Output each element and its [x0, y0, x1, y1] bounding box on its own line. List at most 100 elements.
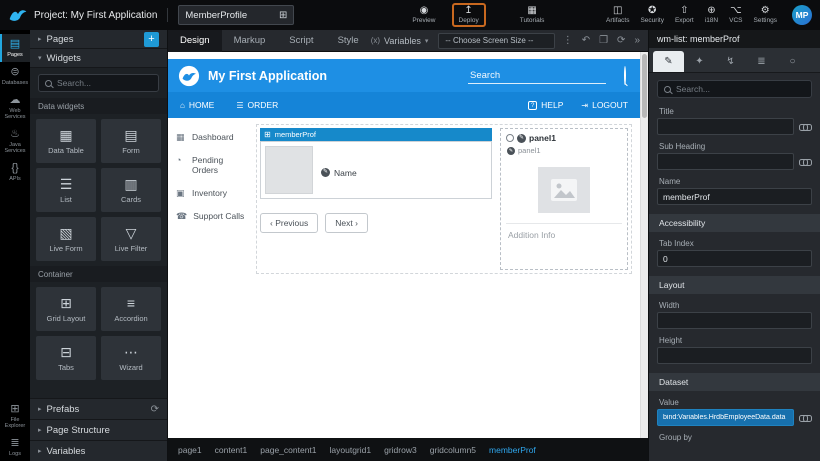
- tab-dataset-icon[interactable]: ≣: [746, 51, 777, 72]
- breadcrumb-item-gridrow3[interactable]: gridrow3: [384, 445, 417, 455]
- refresh-icon[interactable]: ⟳: [151, 404, 159, 415]
- properties-search-input[interactable]: [676, 84, 805, 94]
- width-input[interactable]: [657, 312, 812, 329]
- dataset-value-input[interactable]: [657, 409, 794, 426]
- title-input[interactable]: [657, 118, 794, 135]
- widgets-section-header[interactable]: ▾ Widgets: [30, 49, 167, 68]
- variables-dropdown[interactable]: (x) Variables ▾: [371, 36, 429, 46]
- grid-view-icon[interactable]: ⊞: [279, 10, 287, 21]
- security-button[interactable]: ✪ Security: [640, 5, 663, 25]
- drag-handle-icon[interactable]: ⊞: [264, 130, 271, 140]
- widget-tile-live-filter[interactable]: ▽ Live Filter: [101, 217, 161, 261]
- member-name-row[interactable]: ✎ Name: [321, 151, 357, 194]
- widget-tile-form[interactable]: ▤ Form: [101, 119, 161, 163]
- export-button[interactable]: ⇧ Export: [675, 5, 694, 25]
- preview-search-box[interactable]: [468, 68, 606, 84]
- preview-app-header[interactable]: My First Application: [168, 59, 640, 92]
- rail-item-apis[interactable]: {} APIs: [0, 158, 30, 186]
- widget-tile-grid-layout[interactable]: ⊞ Grid Layout: [36, 287, 96, 331]
- grid-column-member[interactable]: ⊞ memberProf ✎ Name: [260, 128, 492, 233]
- user-avatar[interactable]: MP: [792, 5, 812, 25]
- bind-link-icon[interactable]: [799, 157, 812, 167]
- i18n-button[interactable]: ⊕ i18N: [705, 5, 718, 25]
- variables-section-header[interactable]: ▸ Variables: [30, 440, 167, 461]
- panel1-widget[interactable]: ✎ panel1 ✎ panel1: [500, 128, 628, 270]
- rail-item-databases[interactable]: ⊜ Databases: [0, 62, 30, 90]
- settings-button[interactable]: ⚙ Settings: [754, 5, 778, 25]
- prefabs-section-header[interactable]: ▸ Prefabs ⟳: [30, 398, 167, 419]
- tab-properties-pencil-icon[interactable]: ✎: [653, 51, 684, 72]
- rail-item-logs[interactable]: ≣ Logs: [0, 433, 30, 461]
- add-page-button[interactable]: +: [144, 32, 159, 47]
- bind-link-icon[interactable]: [799, 122, 812, 132]
- undo-icon[interactable]: ↶: [582, 35, 590, 46]
- nav-item-order[interactable]: ☰ ORDER: [236, 100, 278, 110]
- panel-footer-text[interactable]: Addition Info: [506, 224, 622, 248]
- sidenav-item-pending-orders[interactable]: ◔ Pending Orders: [176, 155, 246, 175]
- preview-button[interactable]: ◉ Preview: [412, 5, 435, 25]
- breadcrumb-item-memberprof[interactable]: memberProf: [489, 445, 536, 455]
- panel-collapse-icon[interactable]: [506, 134, 514, 142]
- pages-section-header[interactable]: ▸ Pages +: [30, 30, 167, 49]
- breadcrumb-item-gridcolumn5[interactable]: gridcolumn5: [430, 445, 476, 455]
- kebab-menu-icon[interactable]: ⋮: [563, 35, 573, 46]
- tabindex-input[interactable]: [657, 250, 812, 267]
- layout-grid-row[interactable]: ⊞ memberProf ✎ Name: [256, 124, 632, 274]
- tab-script[interactable]: Script: [277, 30, 325, 52]
- tab-events-icon[interactable]: ↯: [715, 51, 746, 72]
- rail-item-java-services[interactable]: ♨ Java Services: [0, 124, 30, 158]
- tab-styles-icon[interactable]: ✦: [684, 51, 715, 72]
- tab-design[interactable]: Design: [168, 30, 222, 52]
- previous-page-button[interactable]: ‹ Previous: [260, 213, 318, 233]
- widget-tile-live-form[interactable]: ▧ Live Form: [36, 217, 96, 261]
- next-page-button[interactable]: Next ›: [325, 213, 368, 233]
- widget-tile-accordion[interactable]: ≡ Accordion: [101, 287, 161, 331]
- breadcrumb-item-content1[interactable]: content1: [215, 445, 248, 455]
- nav-item-help[interactable]: ? HELP: [528, 100, 563, 110]
- preview-search-input[interactable]: [470, 70, 604, 81]
- collapse-right-panel-icon[interactable]: »: [634, 35, 640, 46]
- tab-misc-icon[interactable]: ○: [777, 51, 808, 72]
- member-name-label[interactable]: Name: [334, 168, 357, 178]
- tutorials-button[interactable]: ▦ Tutorials: [520, 5, 545, 25]
- panel-subtitle-row[interactable]: ✎ panel1: [507, 146, 622, 155]
- panel-title[interactable]: panel1: [529, 133, 556, 143]
- preview-search-icon[interactable]: [624, 67, 626, 85]
- widget-tile-cards[interactable]: ▥ Cards: [101, 168, 161, 212]
- tab-markup[interactable]: Markup: [222, 30, 278, 52]
- properties-search[interactable]: [657, 80, 812, 98]
- widget-search-input[interactable]: [57, 78, 152, 88]
- name-input[interactable]: [657, 188, 812, 205]
- selected-widget-tag[interactable]: ⊞ memberProf: [260, 128, 492, 141]
- height-input[interactable]: [657, 347, 812, 364]
- sidenav-item-dashboard[interactable]: ▦ Dashboard: [176, 132, 246, 142]
- scrollbar-thumb[interactable]: [642, 54, 647, 118]
- bind-link-icon[interactable]: [799, 413, 812, 423]
- widget-tile-tabs[interactable]: ⊟ Tabs: [36, 336, 96, 380]
- edit-label-icon[interactable]: ✎: [321, 168, 330, 177]
- edit-title-icon[interactable]: ✎: [517, 134, 526, 143]
- deploy-button[interactable]: ↥ Deploy: [459, 5, 479, 25]
- widget-tile-list[interactable]: ☰ List: [36, 168, 96, 212]
- page-selector[interactable]: MemberProfile ⊞: [178, 5, 294, 25]
- refresh-canvas-icon[interactable]: ⟳: [617, 35, 625, 46]
- rail-item-file-explorer[interactable]: ⊞ File Explorer: [0, 399, 30, 433]
- panel-image-placeholder[interactable]: [538, 167, 590, 213]
- breadcrumb-item-page-content1[interactable]: page_content1: [260, 445, 316, 455]
- sidenav-item-support-calls[interactable]: ☎ Support Calls: [176, 211, 246, 221]
- preview-app-title[interactable]: My First Application: [208, 69, 327, 83]
- panel-header[interactable]: ✎ panel1: [506, 133, 622, 143]
- canvas-scrollbar[interactable]: [640, 52, 648, 438]
- subheading-input[interactable]: [657, 153, 794, 170]
- nav-item-logout[interactable]: ⇥ LOGOUT: [581, 100, 628, 110]
- rail-item-pages[interactable]: ▤ Pages: [0, 34, 30, 62]
- edit-subtitle-icon[interactable]: ✎: [507, 147, 515, 155]
- vcs-button[interactable]: ⌥ VCS: [729, 5, 742, 25]
- rail-item-web-services[interactable]: ☁ Web Services: [0, 90, 30, 124]
- nav-item-home[interactable]: ⌂ HOME: [180, 100, 214, 110]
- widget-search[interactable]: [38, 74, 159, 92]
- grid-column-panel[interactable]: ✎ panel1 ✎ panel1: [500, 128, 628, 270]
- member-picture-placeholder[interactable]: [265, 146, 313, 194]
- screen-size-dropdown[interactable]: -- Choose Screen Size --: [438, 33, 554, 49]
- member-list-widget[interactable]: ✎ Name: [260, 141, 492, 199]
